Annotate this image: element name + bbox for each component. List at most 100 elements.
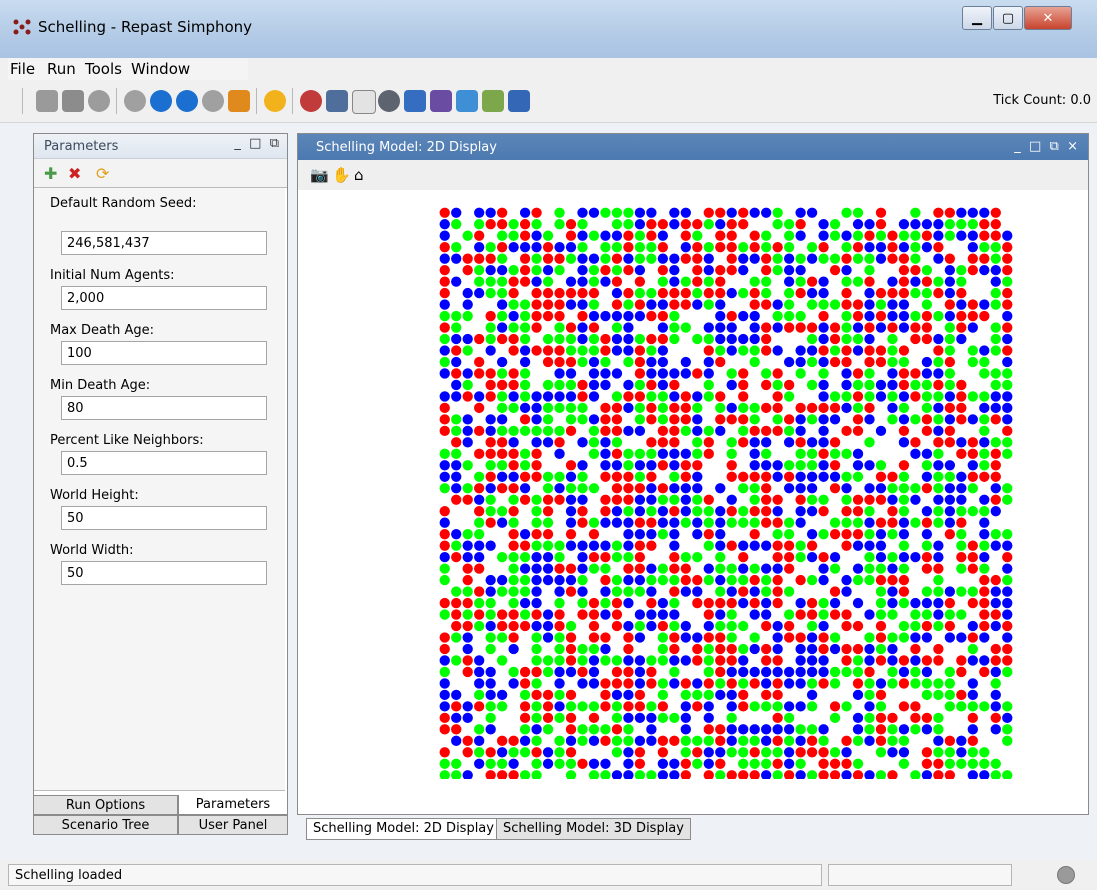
tab-parameters[interactable]: Parameters: [178, 795, 288, 815]
remove-icon[interactable]: ✖: [68, 164, 81, 183]
chart-icon[interactable]: [300, 90, 322, 112]
agent: [451, 758, 462, 769]
save-icon[interactable]: [62, 90, 84, 112]
param-input[interactable]: 80: [61, 396, 267, 420]
agent: [588, 230, 600, 241]
agent: [1002, 402, 1013, 414]
tab-run-options[interactable]: Run Options: [33, 795, 178, 815]
home-icon[interactable]: ⌂: [354, 166, 364, 184]
maximize-button[interactable]: ▢: [993, 6, 1023, 30]
agent: [726, 494, 737, 505]
agent: [496, 414, 508, 425]
open-icon[interactable]: [36, 90, 58, 112]
tab-user-panel[interactable]: User Panel: [178, 815, 288, 835]
agent: [623, 620, 634, 632]
agent: [508, 368, 519, 379]
agent: [956, 747, 967, 758]
agent: [761, 460, 772, 471]
tab-3d-display[interactable]: Schelling Model: 3D Display: [496, 818, 691, 840]
minimize-button[interactable]: ▁: [962, 6, 992, 30]
stop-run-icon[interactable]: [202, 90, 224, 112]
search-icon[interactable]: [456, 90, 478, 112]
batch-icon[interactable]: [264, 90, 286, 112]
agent: [749, 563, 760, 574]
status-info-icon[interactable]: [1057, 866, 1075, 884]
hand-icon[interactable]: ✋: [332, 166, 351, 184]
param-input[interactable]: 100: [61, 341, 267, 365]
camera-icon[interactable]: 📷: [310, 166, 329, 184]
agent: [818, 494, 829, 505]
agent: [841, 425, 852, 437]
agent: [933, 770, 944, 779]
agent: [738, 655, 749, 666]
agent: [875, 620, 887, 632]
image-icon[interactable]: [482, 90, 504, 112]
agent: [600, 425, 611, 437]
agent: [577, 609, 588, 620]
agent: [623, 402, 634, 414]
agent: [542, 724, 554, 735]
menu-file[interactable]: File: [10, 60, 35, 78]
add-icon[interactable]: ✚: [44, 164, 57, 183]
agent: [611, 483, 623, 494]
agent: [646, 414, 657, 425]
agent: [864, 460, 875, 471]
menu-tools[interactable]: Tools: [85, 60, 122, 78]
agent: [829, 666, 841, 678]
tab-scenario-tree[interactable]: Scenario Tree: [33, 815, 178, 835]
agent: [818, 299, 829, 310]
agent: [956, 506, 967, 517]
close-button[interactable]: ✕: [1024, 6, 1072, 30]
param-input[interactable]: 50: [61, 561, 267, 585]
menu-run[interactable]: Run: [47, 60, 76, 78]
agent: [738, 242, 749, 253]
agent: [990, 529, 1001, 540]
param-input[interactable]: 50: [61, 506, 267, 530]
agent: [829, 529, 841, 540]
param-input[interactable]: 2,000: [61, 286, 267, 310]
user-icon[interactable]: [404, 90, 426, 112]
agent: [692, 219, 703, 230]
agent: [508, 551, 519, 563]
agent: [944, 310, 956, 322]
agent-grid[interactable]: [439, 207, 1013, 779]
panel-window-controls[interactable]: _ □ ⧉: [234, 136, 279, 151]
param-input[interactable]: 0.5: [61, 451, 267, 475]
calendar-icon[interactable]: [352, 90, 376, 114]
agent: [554, 494, 565, 505]
grid-icon[interactable]: [508, 90, 530, 112]
agent: [783, 770, 795, 779]
agent: [600, 310, 611, 322]
init-icon[interactable]: [124, 90, 146, 112]
agent: [738, 620, 749, 632]
agent: [772, 310, 783, 322]
agent: [1002, 540, 1013, 551]
agent: [875, 689, 887, 701]
agent: [921, 483, 933, 494]
start-run-icon[interactable]: [150, 90, 172, 112]
tractor-icon[interactable]: [430, 90, 452, 112]
agent: [519, 747, 531, 758]
param-input[interactable]: 246,581,437: [61, 231, 267, 255]
agent: [577, 540, 588, 551]
menu-window[interactable]: Window: [131, 60, 190, 78]
reset-run-icon[interactable]: [228, 90, 250, 112]
agent: [979, 253, 990, 264]
agent: [508, 666, 519, 678]
tab-2d-display[interactable]: Schelling Model: 2D Display: [306, 818, 501, 840]
data-icon[interactable]: [378, 90, 400, 112]
agent: [749, 242, 760, 253]
agent: [474, 747, 485, 758]
agent: [715, 735, 726, 746]
agent: [611, 299, 623, 310]
display-window-controls[interactable]: _ □ ⧉ ×: [1014, 139, 1078, 154]
agent: [485, 689, 496, 701]
export-icon[interactable]: [326, 90, 348, 112]
agent: [462, 368, 473, 379]
refresh-icon[interactable]: ⟳: [96, 164, 109, 183]
agent: [967, 322, 978, 333]
step-run-icon[interactable]: [176, 90, 198, 112]
agent: [841, 242, 852, 253]
agent: [588, 632, 600, 643]
database-icon[interactable]: [88, 90, 110, 112]
